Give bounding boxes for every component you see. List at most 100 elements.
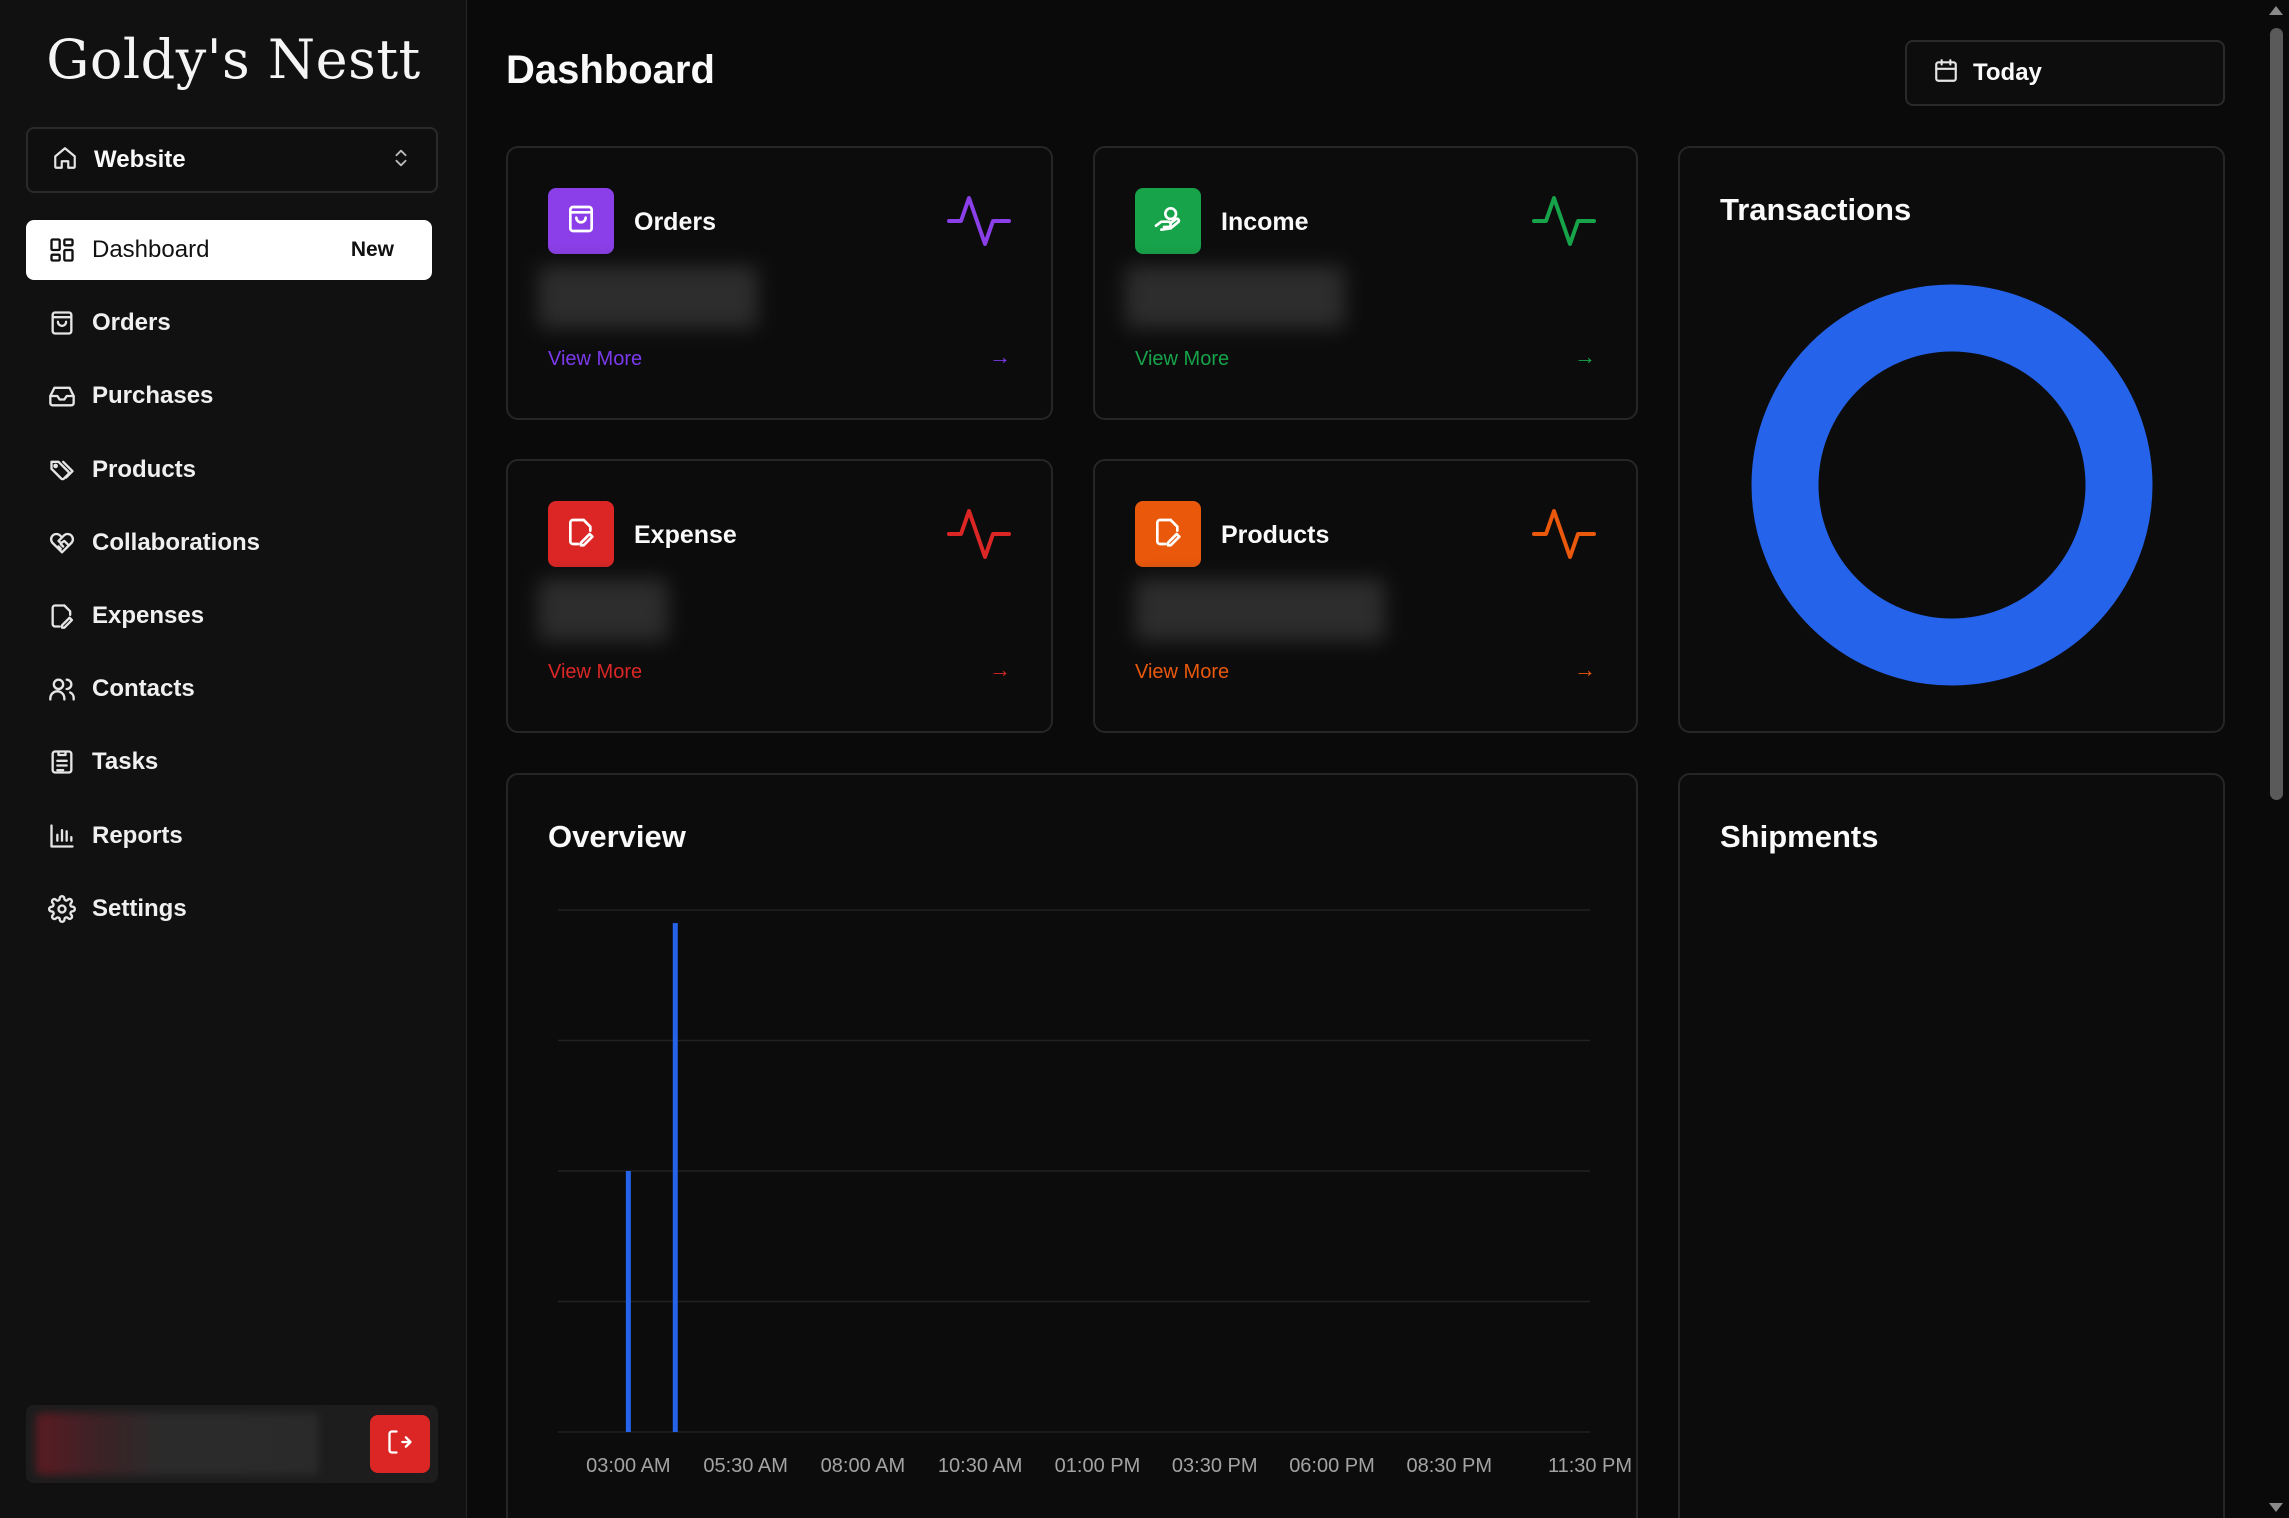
arrow-right-icon[interactable]: → <box>1574 657 1596 683</box>
transactions-donut-ring <box>1751 284 2153 686</box>
sidebar-item-expenses[interactable]: Expenses <box>26 586 432 646</box>
expense-value-blurred <box>538 579 668 641</box>
site-selector[interactable]: Website <box>26 127 438 193</box>
card-title: Income <box>1221 208 1309 236</box>
app-logo: Goldy's Nestt <box>46 28 421 91</box>
view-more-link[interactable]: View More <box>548 348 642 371</box>
activity-icon <box>947 505 1011 568</box>
sidebar: Goldy's Nestt Website Dashboard New Orde… <box>0 0 467 1518</box>
activity-icon <box>1532 192 1596 255</box>
handshake-icon <box>46 527 78 559</box>
sidebar-item-tasks[interactable]: Tasks <box>26 732 432 792</box>
date-filter-button[interactable]: Today <box>1905 40 2225 106</box>
user-profile-blurred[interactable] <box>36 1413 319 1475</box>
sidebar-item-orders[interactable]: Orders <box>26 293 432 353</box>
x-tick-label: 05:30 AM <box>703 1455 788 1477</box>
transactions-donut-chart <box>1751 284 2153 686</box>
expense-tile <box>548 501 614 567</box>
shipments-card: Shipments <box>1678 773 2225 1518</box>
settings-icon <box>46 893 78 925</box>
scroll-down-arrow-icon[interactable] <box>2269 1503 2283 1512</box>
inbox-icon <box>46 380 78 412</box>
sidebar-item-reports[interactable]: Reports <box>26 806 432 866</box>
x-tick-label: 10:30 AM <box>938 1455 1023 1477</box>
orders-value-blurred <box>538 266 758 328</box>
arrow-right-icon[interactable]: → <box>989 657 1011 683</box>
expense-card: Expense View More → <box>506 459 1053 733</box>
page-scrollbar[interactable] <box>2263 0 2289 1518</box>
products-card: Products View More → <box>1093 459 1638 733</box>
x-tick-label: 01:00 PM <box>1055 1455 1141 1477</box>
view-more-link[interactable]: View More <box>1135 661 1229 684</box>
x-tick-label: 03:00 AM <box>586 1455 671 1477</box>
card-title: Products <box>1221 521 1330 549</box>
x-tick-label: 11:30 PM <box>1548 1455 1632 1477</box>
layout-grid-icon <box>46 234 78 266</box>
sidebar-item-products[interactable]: Products <box>26 440 432 500</box>
card-title: Expense <box>634 521 737 549</box>
activity-icon <box>1532 505 1596 568</box>
income-value-blurred <box>1125 266 1345 328</box>
shopping-bag-icon <box>565 203 597 240</box>
transactions-card: Transactions <box>1678 146 2225 733</box>
logout-icon <box>386 1428 414 1461</box>
sidebar-nav: Dashboard New Orders Purchases Products <box>26 220 432 952</box>
card-title: Orders <box>634 208 716 236</box>
arrow-right-icon[interactable]: → <box>989 344 1011 370</box>
money-hand-icon <box>1152 203 1184 240</box>
overview-card: Overview 03:00 AM 05:30 AM 08:00 AM 10:30 A… <box>506 773 1638 1518</box>
page-title: Dashboard <box>506 48 715 92</box>
tags-icon <box>46 454 78 486</box>
x-tick-label: 08:30 PM <box>1406 1455 1492 1477</box>
clipboard-list-icon <box>46 746 78 778</box>
sidebar-item-label: Orders <box>92 309 171 337</box>
sidebar-item-label: Settings <box>92 894 187 922</box>
products-value-blurred <box>1135 579 1385 641</box>
sidebar-item-label: Contacts <box>92 675 195 703</box>
overview-chart: 03:00 AM 05:30 AM 08:00 AM 10:30 AM 01:00 PM… <box>558 909 1632 1477</box>
user-profile-box <box>26 1405 438 1483</box>
chevrons-up-down-icon <box>390 145 412 176</box>
sidebar-item-dashboard[interactable]: Dashboard New <box>26 220 432 280</box>
sidebar-item-collaborations[interactable]: Collaborations <box>26 513 432 573</box>
site-selector-label: Website <box>94 146 186 173</box>
sidebar-item-label: Expenses <box>92 601 205 629</box>
orders-card: Orders View More → <box>506 146 1053 420</box>
home-icon <box>52 145 78 176</box>
chart-bar <box>625 1171 631 1432</box>
bar-chart-icon <box>46 820 78 852</box>
sidebar-item-purchases[interactable]: Purchases <box>26 366 432 426</box>
arrow-right-icon[interactable]: → <box>1574 344 1596 370</box>
products-tile <box>1135 501 1201 567</box>
logout-button[interactable] <box>370 1415 430 1473</box>
scrollbar-thumb[interactable] <box>2270 28 2283 800</box>
x-tick-label: 03:30 PM <box>1172 1455 1258 1477</box>
file-edit-icon <box>46 600 78 632</box>
date-filter-label: Today <box>1973 59 2042 86</box>
sidebar-item-label: Dashboard <box>92 236 210 263</box>
shipments-title: Shipments <box>1720 819 1879 854</box>
file-edit-icon <box>565 516 597 553</box>
sidebar-item-settings[interactable]: Settings <box>26 879 432 939</box>
sidebar-item-contacts[interactable]: Contacts <box>26 659 432 719</box>
scroll-up-arrow-icon[interactable] <box>2269 6 2283 15</box>
file-edit-icon <box>1152 516 1184 553</box>
calendar-icon <box>1933 58 1959 89</box>
view-more-link[interactable]: View More <box>1135 348 1229 371</box>
sidebar-item-label: Products <box>92 455 197 483</box>
sidebar-item-label: Reports <box>92 821 183 849</box>
x-tick-label: 06:00 PM <box>1289 1455 1375 1477</box>
orders-tile <box>548 188 614 254</box>
users-icon <box>46 673 78 705</box>
shopping-bag-icon <box>46 307 78 339</box>
sidebar-item-label: Collaborations <box>92 528 261 556</box>
sidebar-item-label: Purchases <box>92 382 214 410</box>
app-root: Goldy's Nestt Website Dashboard New Orde… <box>0 0 2289 1518</box>
chart-bar <box>672 923 678 1432</box>
activity-icon <box>947 192 1011 255</box>
new-badge: New <box>350 238 394 261</box>
sidebar-item-label: Tasks <box>92 748 159 776</box>
income-tile <box>1135 188 1201 254</box>
income-card: Income View More → <box>1093 146 1638 420</box>
view-more-link[interactable]: View More <box>548 661 642 684</box>
